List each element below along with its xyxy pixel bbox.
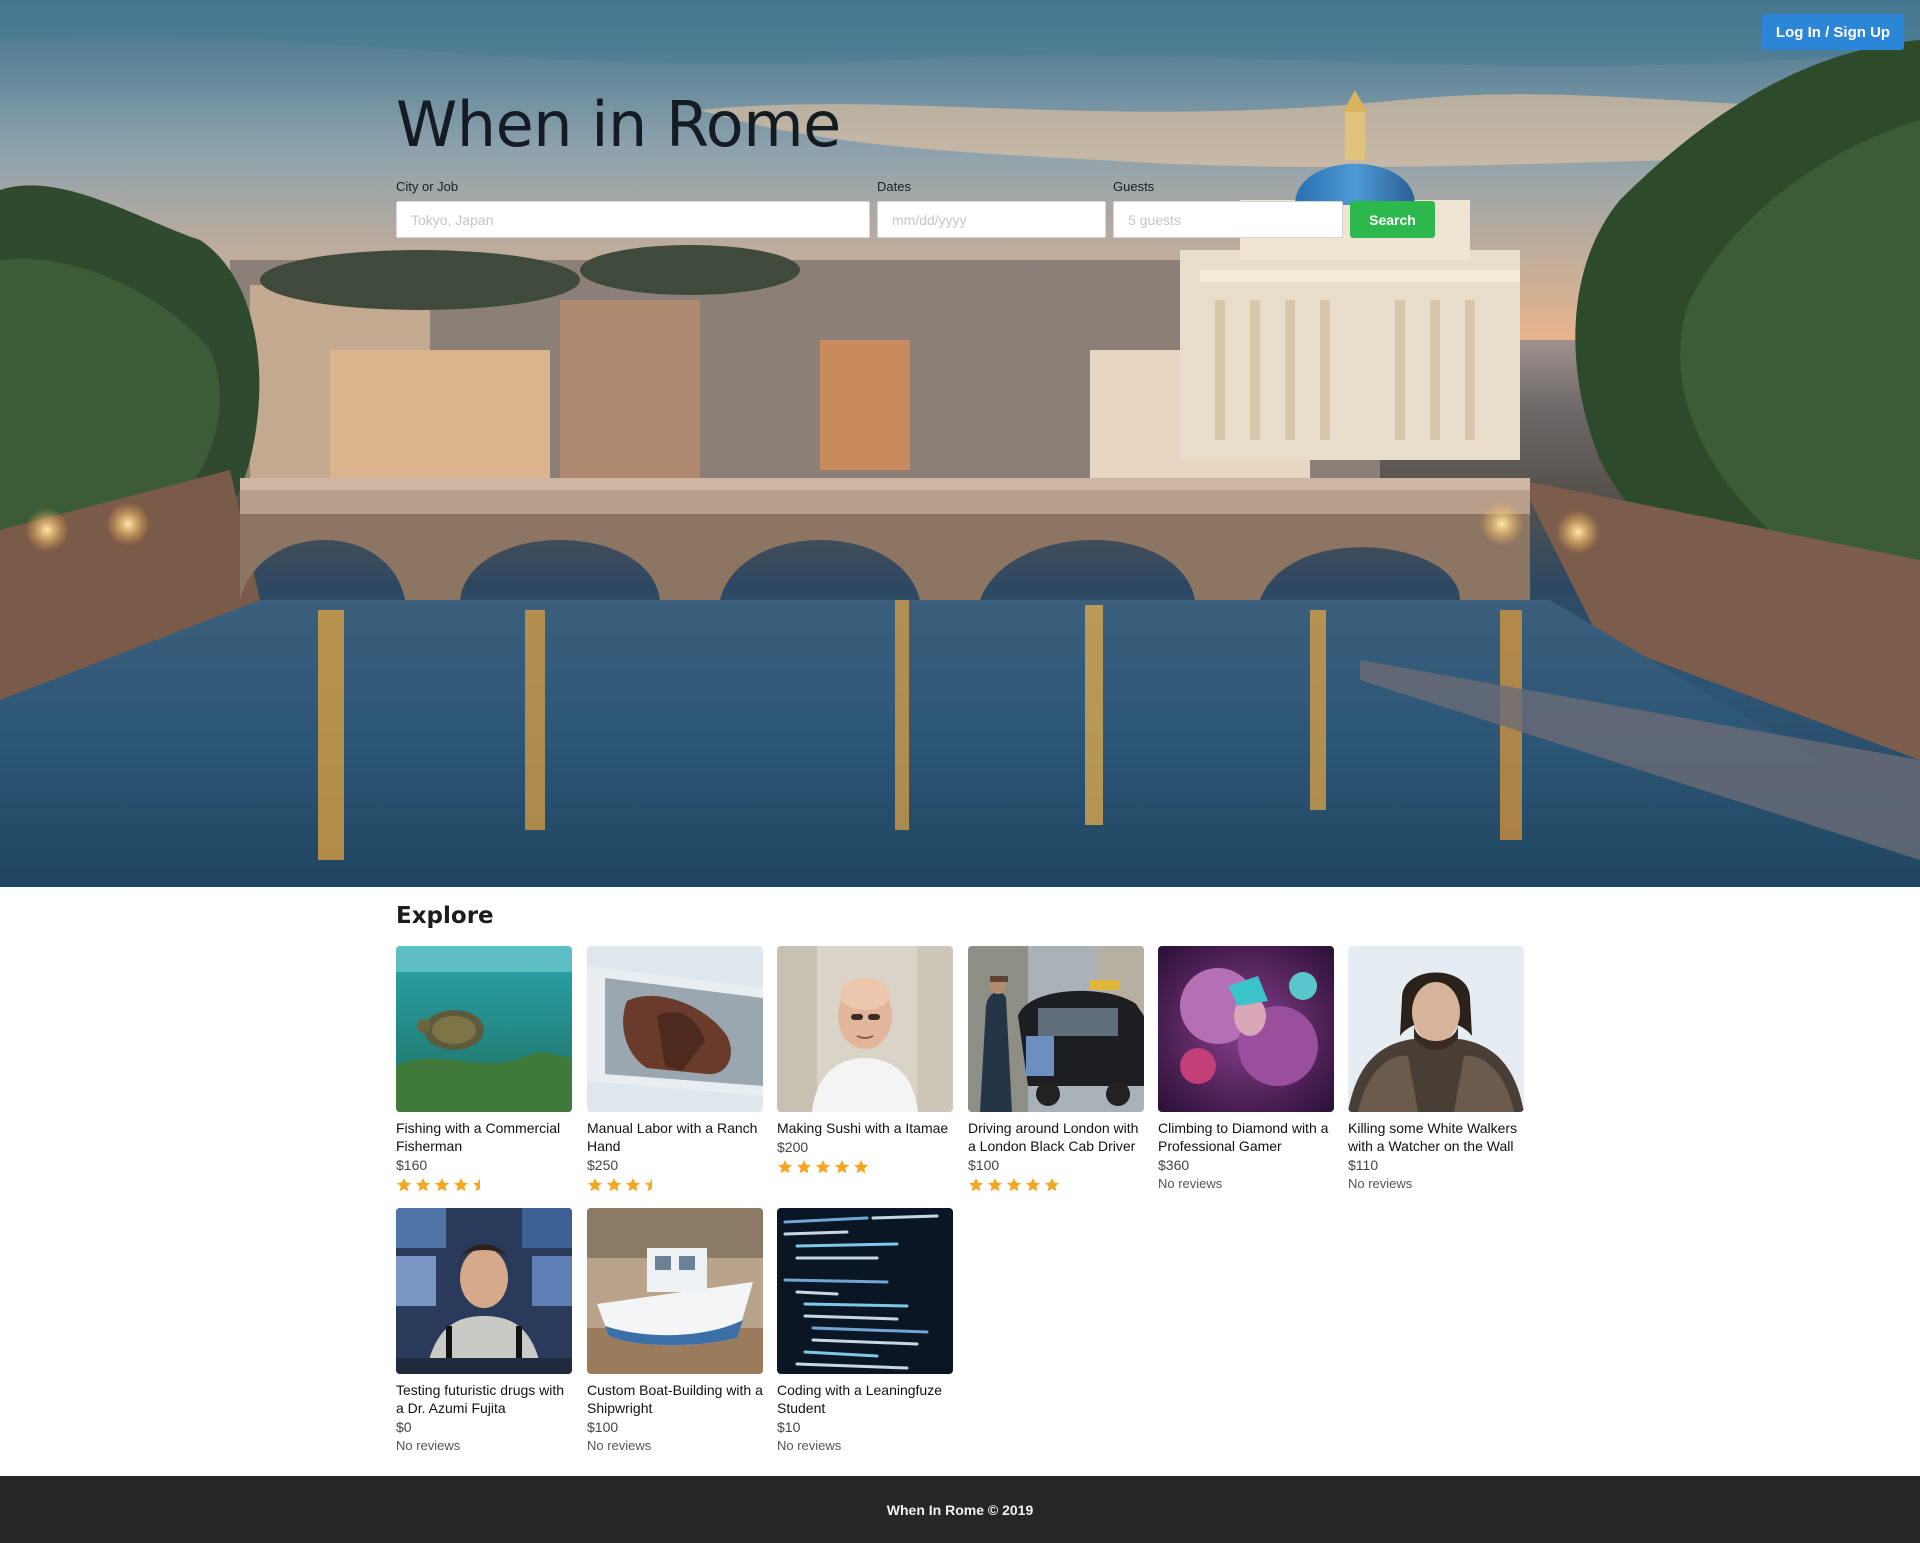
guests-input[interactable] [1113, 201, 1343, 238]
star-rating [396, 1176, 572, 1194]
star-icon [454, 1178, 468, 1192]
card-price: $100 [968, 1157, 1000, 1173]
dates-label: Dates [877, 179, 911, 194]
experience-card[interactable]: Custom Boat-Building with a Shipwright $… [587, 1208, 763, 1455]
star-icon [588, 1178, 602, 1192]
no-reviews-text: No reviews [1158, 1176, 1223, 1191]
card-image-code[interactable] [777, 1208, 953, 1374]
star-icon [854, 1160, 868, 1174]
experience-card[interactable]: Climbing to Diamond with a Professional … [1158, 946, 1334, 1193]
card-image-cab-driver[interactable] [968, 946, 1144, 1112]
hero-section: Log In / Sign Up When in Rome City or Jo… [0, 0, 1920, 887]
star-icon [816, 1160, 830, 1174]
hero-title: When in Rome [396, 88, 841, 161]
card-price: $100 [587, 1419, 619, 1435]
city-job-input[interactable] [396, 201, 870, 238]
card-title[interactable]: Killing some White Walkers with a Watche… [1348, 1119, 1524, 1155]
no-reviews-text: No reviews [396, 1438, 461, 1453]
experience-card[interactable]: Killing some White Walkers with a Watche… [1348, 946, 1524, 1193]
no-reviews-text: No reviews [777, 1438, 842, 1453]
footer: When In Rome © 2019 [0, 1476, 1920, 1543]
explore-heading: Explore [396, 903, 494, 929]
star-icon [416, 1178, 430, 1192]
experience-card[interactable]: Making Sushi with a Itamae $200 [777, 946, 953, 1176]
guests-label: Guests [1113, 179, 1155, 194]
no-reviews-text: No reviews [1348, 1176, 1413, 1191]
hero-background-image [0, 0, 1920, 887]
star-icon [969, 1178, 983, 1192]
login-signup-button[interactable]: Log In / Sign Up [1762, 14, 1904, 50]
search-button[interactable]: Search [1350, 201, 1435, 238]
star-icon [797, 1160, 811, 1174]
star-icon [1007, 1178, 1021, 1192]
card-price: $10 [777, 1419, 801, 1435]
star-icon [473, 1178, 480, 1192]
star-icon [1026, 1178, 1040, 1192]
star-icon [435, 1178, 449, 1192]
experience-card[interactable]: Fishing with a Commercial Fisherman $160 [396, 946, 572, 1194]
card-image-fisherman[interactable] [396, 946, 572, 1112]
experience-card[interactable]: Driving around London with a London Blac… [968, 946, 1144, 1194]
star-icon [607, 1178, 621, 1192]
card-price: $200 [777, 1139, 809, 1155]
experience-card[interactable]: Coding with a Leaningfuze Student $10 No… [777, 1208, 953, 1455]
card-title[interactable]: Climbing to Diamond with a Professional … [1158, 1119, 1334, 1155]
card-price: $160 [396, 1157, 428, 1173]
star-icon [1045, 1178, 1059, 1192]
card-image-ranch-hand[interactable] [587, 946, 763, 1112]
card-image-boat[interactable] [587, 1208, 763, 1374]
star-rating [968, 1176, 1144, 1194]
card-price: $110 [1348, 1157, 1379, 1173]
card-title[interactable]: Fishing with a Commercial Fisherman [396, 1119, 572, 1155]
card-image-doctor[interactable] [396, 1208, 572, 1374]
star-icon [626, 1178, 640, 1192]
card-image-sushi-chef[interactable] [777, 946, 953, 1112]
card-price: $250 [587, 1157, 619, 1173]
card-title[interactable]: Coding with a Leaningfuze Student [777, 1381, 953, 1417]
card-image-gamer[interactable] [1158, 946, 1334, 1112]
star-rating [777, 1158, 953, 1176]
card-title[interactable]: Testing futuristic drugs with a Dr. Azum… [396, 1381, 572, 1417]
card-title[interactable]: Making Sushi with a Itamae [777, 1119, 953, 1137]
star-icon [835, 1160, 849, 1174]
experience-card[interactable]: Testing futuristic drugs with a Dr. Azum… [396, 1208, 572, 1455]
experience-card[interactable]: Manual Labor with a Ranch Hand $250 [587, 946, 763, 1194]
star-rating [587, 1176, 763, 1194]
card-price: $360 [1158, 1157, 1190, 1173]
star-icon [645, 1178, 652, 1192]
star-icon [778, 1160, 792, 1174]
card-price: $0 [396, 1419, 412, 1435]
card-title[interactable]: Driving around London with a London Blac… [968, 1119, 1144, 1155]
dates-input[interactable] [877, 201, 1106, 238]
footer-copyright: When In Rome © 2019 [886, 1501, 1034, 1518]
star-icon [988, 1178, 1002, 1192]
card-image-watcher[interactable] [1348, 946, 1524, 1112]
city-job-label: City or Job [396, 179, 459, 194]
star-icon [397, 1178, 411, 1192]
card-title[interactable]: Manual Labor with a Ranch Hand [587, 1119, 763, 1155]
no-reviews-text: No reviews [587, 1438, 652, 1453]
card-title[interactable]: Custom Boat-Building with a Shipwright [587, 1381, 763, 1417]
